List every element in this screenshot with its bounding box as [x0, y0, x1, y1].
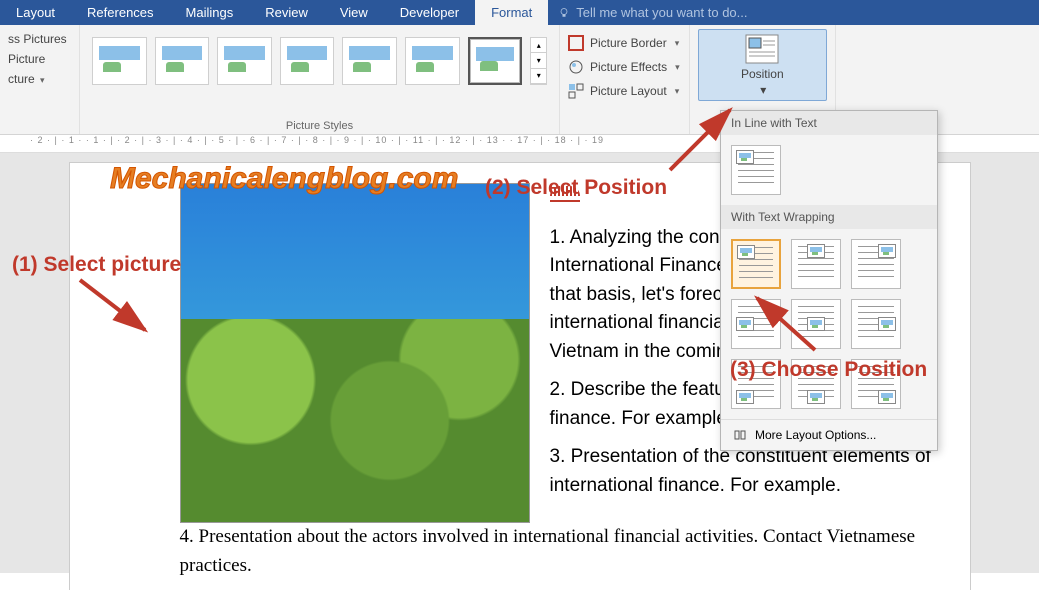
paragraph-4: 4. Presentation about the actors involve…: [180, 523, 940, 580]
selected-picture[interactable]: [180, 183, 530, 523]
layout-options-icon: [733, 428, 747, 442]
more-layout-options[interactable]: More Layout Options...: [721, 419, 937, 450]
reset-picture[interactable]: cture ▾: [6, 69, 73, 89]
compress-pictures[interactable]: ss Pictures: [6, 29, 73, 49]
change-picture[interactable]: Picture: [6, 49, 73, 69]
layout-icon: [568, 83, 584, 99]
position-dropdown: In Line with Text With Text Wrapping Mor…: [720, 110, 938, 451]
position-top-center[interactable]: [791, 239, 841, 289]
position-middle-right[interactable]: [851, 299, 901, 349]
picture-effects[interactable]: Picture Effects▾: [566, 55, 683, 79]
picture-styles-group: ▴▾▾ Picture Styles: [80, 25, 560, 134]
inline-section-label: In Line with Text: [721, 111, 937, 135]
picture-style-7[interactable]: [468, 37, 523, 85]
arrow-2: [660, 100, 740, 180]
lightbulb-icon: [558, 7, 570, 19]
group-label-styles: Picture Styles: [80, 120, 559, 132]
picture-style-2[interactable]: [155, 37, 210, 85]
border-icon: [568, 35, 584, 51]
annotation-2: (2) Select Position: [485, 176, 667, 200]
tab-mailings[interactable]: Mailings: [170, 0, 250, 25]
adjust-group: ss Pictures Picture cture ▾: [0, 25, 80, 134]
position-icon: [744, 33, 780, 65]
tab-references[interactable]: References: [71, 0, 169, 25]
annotation-3: (3) Choose Position: [730, 358, 927, 382]
effects-icon: [568, 59, 584, 75]
tell-me-search[interactable]: Tell me what you want to do...: [548, 0, 1039, 25]
picture-style-1[interactable]: [92, 37, 147, 85]
picture-border[interactable]: Picture Border▾: [566, 31, 683, 55]
watermark-text: Mechanicalengblog.com: [110, 162, 458, 196]
picture-styles-more[interactable]: ▴▾▾: [530, 37, 547, 85]
tab-layout[interactable]: Layout: [0, 0, 71, 25]
tab-format[interactable]: Format: [475, 0, 548, 25]
paragraph-3: 3. Presentation of the constituent eleme…: [550, 443, 940, 500]
arrow-1: [70, 275, 160, 345]
arrow-3: [745, 290, 825, 360]
position-button[interactable]: Position▾: [698, 29, 827, 101]
picture-style-4[interactable]: [280, 37, 335, 85]
tab-developer[interactable]: Developer: [384, 0, 475, 25]
position-top-right[interactable]: [851, 239, 901, 289]
picture-style-5[interactable]: [342, 37, 397, 85]
wrapping-section-label: With Text Wrapping: [721, 205, 937, 229]
tab-review[interactable]: Review: [249, 0, 324, 25]
tab-view[interactable]: View: [324, 0, 384, 25]
position-top-left[interactable]: [731, 239, 781, 289]
annotation-1: (1) Select picture: [12, 253, 181, 277]
picture-style-6[interactable]: [405, 37, 460, 85]
picture-style-3[interactable]: [217, 37, 272, 85]
